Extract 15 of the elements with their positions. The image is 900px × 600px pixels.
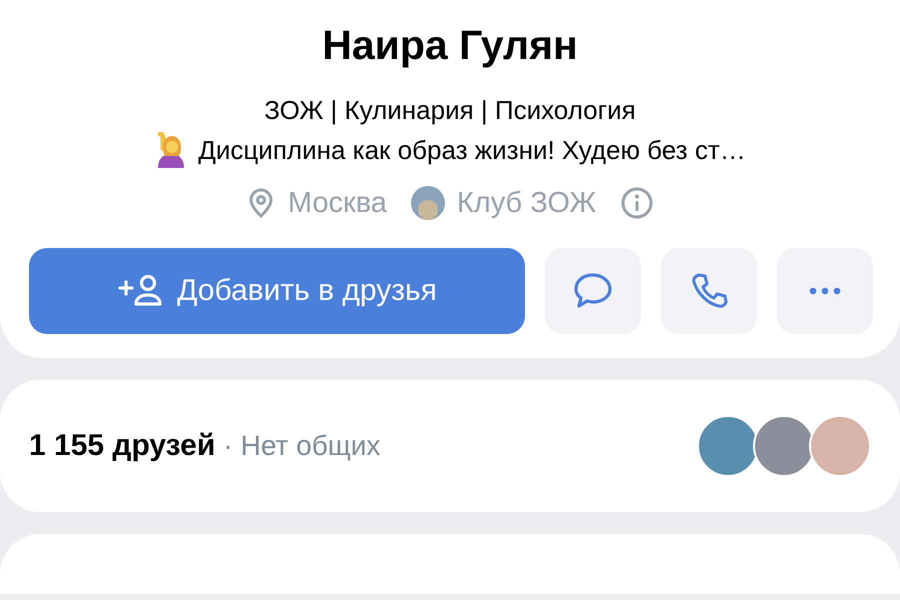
message-button[interactable] xyxy=(545,248,641,334)
friends-count[interactable]: 1 155 друзей xyxy=(29,429,216,463)
info-icon[interactable] xyxy=(620,186,654,220)
more-dots-icon xyxy=(808,287,842,295)
community-text[interactable]: Клуб ЗОЖ xyxy=(456,186,596,220)
city-text: Москва xyxy=(288,186,387,220)
phone-icon xyxy=(689,271,729,311)
call-button[interactable] xyxy=(661,248,757,334)
bio-text: ЗОЖ | Кулинария | Психология xyxy=(264,95,636,126)
separator-dot: · xyxy=(223,430,233,462)
community-photo-placeholder xyxy=(410,186,445,220)
profile-name: Наира Гулян xyxy=(322,22,578,69)
mutual-friends-text: Нет общих xyxy=(240,430,380,462)
add-friend-button[interactable]: Добавить в друзья xyxy=(29,248,525,334)
bio-text: Дисциплина как образ жизни! Худею без ст… xyxy=(198,134,746,166)
